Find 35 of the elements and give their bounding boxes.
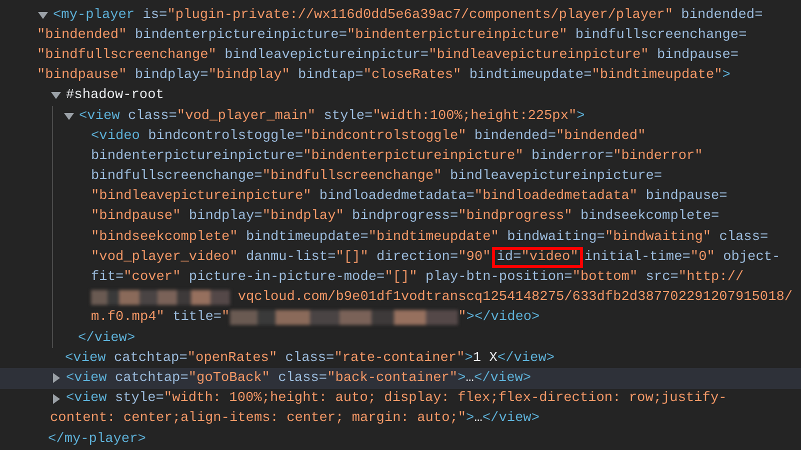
code-text: </view> bbox=[78, 330, 136, 346]
code-text: initial-time="0" object- bbox=[584, 250, 780, 265]
code-text: <view catchtap="goToBack" class="back-container">…</view> bbox=[66, 370, 532, 386]
disclosure-triangle-icon[interactable] bbox=[53, 373, 60, 384]
code-text: "bindpause" bindplay="bindplay" bindtap="closeRates" bindtimeupdate="bindtimeupdate"> bbox=[37, 68, 730, 84]
code-text: </my-player> bbox=[48, 432, 146, 447]
disclosure-triangle-icon[interactable] bbox=[53, 394, 60, 404]
code-text: "></video> bbox=[458, 310, 540, 326]
tree-row[interactable]: <view catchtap="openRates" class="rate-container">1 X</view> bbox=[0, 348, 801, 368]
tree-row[interactable]: <view catchtap="goToBack" class="back-container">…</view> bbox=[0, 368, 801, 389]
code-text: m.f0.mp4" title=" bbox=[91, 310, 230, 326]
tree-row[interactable]: <view style="width: 100%;height: auto; display: flex;flex-direction: row;justify- content: center;align-items: center; margin: auto;">…</view> bbox=[0, 388, 801, 429]
code-text: bindfullscreenchange="bindfullscreenchange" bindleavepictureinpicture= bbox=[91, 169, 662, 184]
code-text: fit="cover" picture-in-picture-mode="[]" play-btn-position="bottom" src="http:// bbox=[91, 270, 744, 286]
code-text: "bindpause" bindplay="bindplay" bindprogress="bindprogress" bindseekcomplete= bbox=[91, 209, 720, 224]
tree-row[interactable]: <view class="vod_player_main" style="width:100%;height:225px"> bbox=[0, 106, 801, 126]
code-text: "bindended" bindenterpictureinpicture="bindenterpictureinpicture" bindfullscreenchange= bbox=[37, 28, 747, 43]
code-text: "bindfullscreenchange" bindleavepictureinpictur="bindleavepictureinpicture" bindpause= bbox=[37, 48, 739, 63]
code-text: <view class="vod_player_main" style="width:100%;height:225px"> bbox=[79, 108, 585, 124]
code-text: "vod_player_video" danmu-list="[]" direction="90" bbox=[91, 250, 491, 265]
code-text: #shadow-root bbox=[66, 88, 164, 104]
disclosure-triangle-icon[interactable] bbox=[51, 92, 61, 100]
disclosure-triangle-icon[interactable] bbox=[38, 12, 48, 19]
code-text: <my-player is="plugin-private://wx116d0dd5e6a39ac7/components/player/player" bindended= bbox=[53, 8, 763, 23]
code-text: <view style="width: 100%;height: auto; display: flex;flex-direction: row;justify- bbox=[66, 391, 727, 406]
disclosure-triangle-icon[interactable] bbox=[64, 112, 74, 120]
code-text: bindenterpictureinpicture="bindenterpictureinpicture" binderror="binderror" bbox=[91, 148, 703, 164]
code-text: "bindleavepictureinpicture" bindloadedmetadata="bindloadedmetadata" bindpause= bbox=[91, 189, 728, 204]
code-text: content: center;align-items: center; margin: auto;">…</view> bbox=[50, 411, 540, 426]
annotation-highlight-box: id="video" bbox=[494, 250, 580, 265]
code-text: vqcloud.com/b9e01df1vodtranscq1254148275/633dfb2d387702291207915018/ bbox=[238, 290, 793, 306]
code-text: "bindseekcomplete" bindtimeupdate="bindtimeupdate" bindwaiting="bindwaiting" class= bbox=[91, 230, 768, 245]
code-text: <view catchtap="openRates" class="rate-container">1 X</view> bbox=[65, 350, 555, 366]
code-text: <video bindcontrolstoggle="bindcontrolstoggle" bindended="bindended" bbox=[91, 128, 646, 144]
tree-row[interactable]: #shadow-root bbox=[0, 86, 801, 106]
